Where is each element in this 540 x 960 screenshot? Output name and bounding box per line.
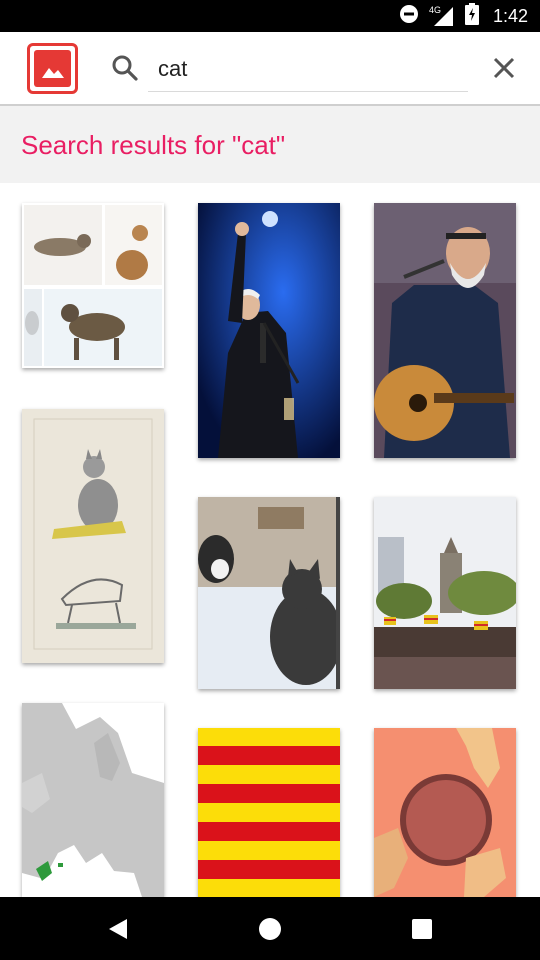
image-tile-street-demonstration[interactable] (374, 497, 516, 689)
clock: 1:42 (492, 5, 528, 26)
image-tile-cats-at-window[interactable] (198, 497, 340, 689)
image-tile-hands-holding-sphere[interactable] (374, 728, 516, 897)
recents-icon[interactable] (382, 897, 462, 960)
results-header: Search results for "cat" (0, 106, 540, 183)
results-title: Search results for "cat" (21, 130, 286, 160)
battery-icon (464, 2, 479, 30)
image-tile-guitarist-with-microphone[interactable] (374, 203, 516, 458)
do-not-disturb-icon (399, 4, 419, 29)
navigation-bar (0, 897, 540, 960)
signal-icon: 4G (429, 5, 455, 27)
image-tile-cat-collage[interactable] (22, 203, 164, 368)
image-tile-catalan-flag[interactable] (198, 728, 340, 897)
app-bar (0, 32, 540, 106)
image-grid[interactable] (0, 183, 540, 897)
catalan-flag-thumbnail (198, 728, 340, 897)
home-icon[interactable] (230, 897, 310, 960)
status-icons: 4G 1:42 (399, 0, 528, 32)
europe-map-thumbnail (22, 703, 164, 897)
singer-on-stage-thumbnail (198, 203, 340, 458)
close-icon[interactable] (490, 54, 518, 82)
guitarist-thumbnail (374, 203, 516, 458)
image-tile-europe-map[interactable] (22, 703, 164, 897)
image-tile-cat-anatomy-illustration[interactable] (22, 409, 164, 663)
street-demonstration-thumbnail (374, 497, 516, 689)
cats-at-window-thumbnail (198, 497, 340, 689)
search-icon[interactable] (111, 54, 139, 82)
cat-collage-thumbnail (22, 203, 164, 368)
image-tile-singer-on-stage[interactable] (198, 203, 340, 458)
cat-anatomy-thumbnail (22, 409, 164, 663)
back-icon[interactable] (78, 897, 158, 960)
hands-sphere-thumbnail (374, 728, 516, 897)
status-bar: 4G 1:42 (0, 0, 540, 32)
search-input[interactable] (148, 46, 468, 92)
image-icon[interactable] (27, 43, 78, 94)
